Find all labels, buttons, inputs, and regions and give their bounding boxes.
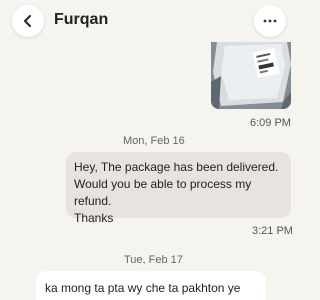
ellipsis-icon	[263, 19, 277, 23]
contact-name[interactable]: Furqan	[54, 11, 108, 29]
chevron-left-icon	[24, 15, 31, 27]
package-photo	[211, 42, 291, 109]
back-button[interactable]	[12, 5, 44, 37]
message-line: Would you be able to process my refund.	[74, 177, 252, 208]
date-separator: Mon, Feb 16	[123, 135, 185, 147]
image-message[interactable]	[211, 42, 291, 109]
outgoing-message[interactable]: Hey, The package has been delivered. Wou…	[66, 152, 291, 225]
message-time: 3:21 PM	[252, 225, 293, 237]
message-line: Hey, The package has been delivered.	[74, 160, 279, 174]
more-options-button[interactable]	[254, 5, 286, 37]
incoming-message[interactable]: ka mong ta pta wy che ta pakhton ye	[36, 271, 266, 300]
message-line: ka mong ta pta wy che ta pakhton ye	[45, 281, 241, 295]
chat-header: Furqan	[0, 0, 300, 42]
message-time: 6:09 PM	[250, 117, 291, 129]
date-separator: Tue, Feb 17	[124, 254, 183, 266]
